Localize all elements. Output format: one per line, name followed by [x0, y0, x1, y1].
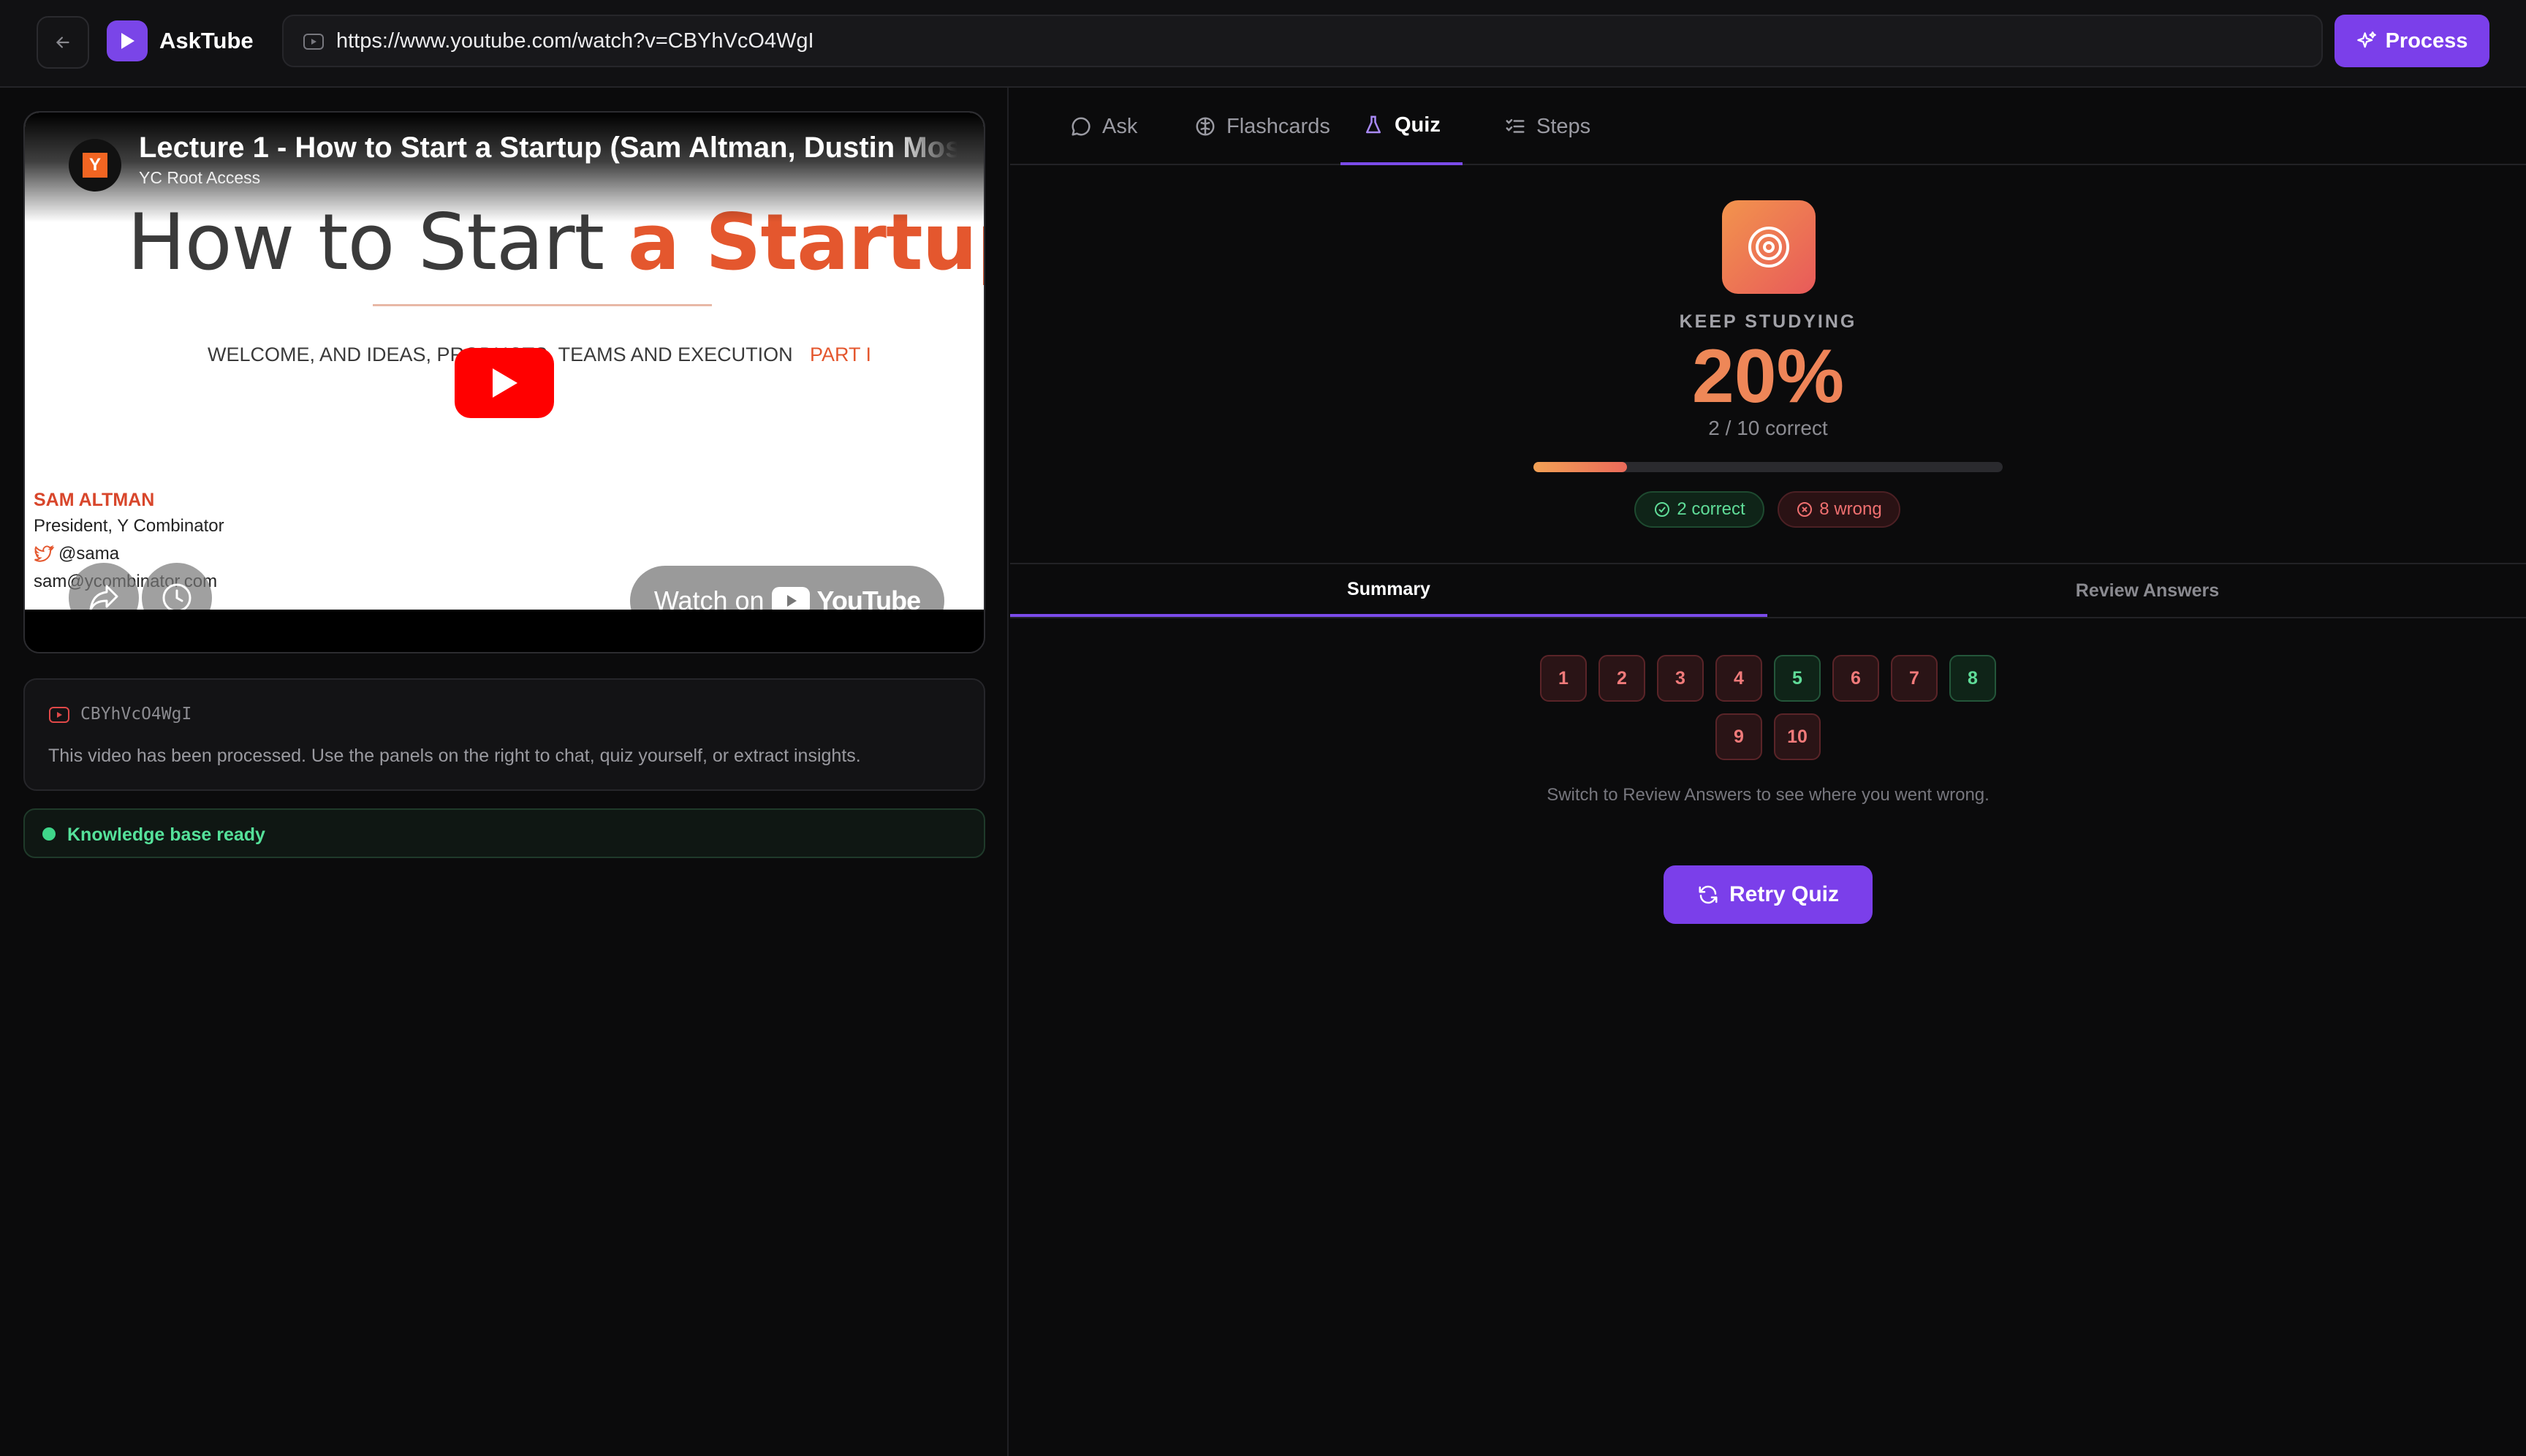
- video-id: CBYhVcO4WgI: [80, 705, 192, 724]
- tab-quiz[interactable]: Quiz: [1340, 88, 1463, 165]
- play-icon: [121, 33, 134, 49]
- check-circle-icon: [1655, 502, 1670, 517]
- speaker-name: SAM ALTMAN: [34, 490, 155, 510]
- watch-on-youtube-button[interactable]: Watch on YouTube: [630, 566, 944, 610]
- clock-icon: [162, 583, 191, 610]
- play-icon: [493, 368, 517, 398]
- score-count: 2 / 10 correct: [1708, 417, 1828, 439]
- wrong-count-label: 8 wrong: [1819, 499, 1882, 519]
- left-panel: How to Start a Startup WELCOME, AND IDEA…: [0, 88, 1009, 1456]
- video-info-card: CBYhVcO4WgI This video has been processe…: [23, 678, 985, 791]
- question-result-9[interactable]: 9: [1715, 713, 1762, 760]
- speaker-role: President, Y Combinator: [34, 516, 224, 536]
- retry-quiz-label: Retry Quiz: [1729, 882, 1840, 906]
- speaker-twitter-handle: @sama: [58, 544, 120, 564]
- retry-quiz-button[interactable]: Retry Quiz: [1664, 865, 1873, 924]
- arrow-left-icon: [56, 37, 69, 48]
- tab-flashcards-label: Flashcards: [1226, 114, 1330, 138]
- process-label: Process: [2385, 29, 2468, 53]
- subtab-divider: [1010, 617, 2526, 618]
- video-player[interactable]: How to Start a Startup WELCOME, AND IDEA…: [23, 111, 985, 653]
- youtube-logo-icon: [771, 587, 810, 610]
- video-thumbnail[interactable]: How to Start a Startup WELCOME, AND IDEA…: [25, 113, 984, 610]
- question-result-4[interactable]: 4: [1715, 655, 1762, 702]
- slide-rule: [373, 304, 712, 306]
- watch-later-button[interactable]: [142, 563, 212, 610]
- process-button[interactable]: Process: [2335, 15, 2489, 67]
- tab-ask-label: Ask: [1102, 114, 1138, 138]
- top-bar: AskTube Process: [0, 0, 2526, 88]
- twitter-bird-icon: [34, 545, 54, 562]
- score-progress-bar: [1533, 462, 2003, 472]
- tab-flashcards[interactable]: Flashcards: [1172, 88, 1352, 165]
- youtube-icon: [49, 707, 69, 723]
- channel-avatar-letter: Y: [83, 153, 107, 178]
- review-hint: Switch to Review Answers to see where yo…: [1547, 785, 1990, 805]
- status-dot: [42, 827, 56, 841]
- x-circle-icon: [1797, 502, 1813, 517]
- score-percent: 20%: [1010, 333, 2526, 420]
- question-result-3[interactable]: 3: [1657, 655, 1704, 702]
- brain-icon: [1196, 117, 1215, 136]
- question-result-2[interactable]: 2: [1598, 655, 1645, 702]
- sparkles-icon: [2356, 31, 2376, 48]
- knowledge-base-status: Knowledge base ready: [23, 808, 985, 858]
- chat-bubble-icon: [1072, 117, 1091, 136]
- tab-quiz-label: Quiz: [1395, 113, 1441, 137]
- app-logo: [107, 20, 148, 61]
- back-button[interactable]: [37, 16, 89, 69]
- score-badge: [1722, 200, 1816, 294]
- score-progress-fill: [1533, 462, 1628, 472]
- youtube-wordmark: YouTube: [816, 585, 922, 610]
- question-result-1[interactable]: 1: [1540, 655, 1587, 702]
- play-button[interactable]: [455, 348, 554, 418]
- video-title[interactable]: Lecture 1 - How to Start a Startup (Sam …: [139, 132, 957, 164]
- correct-count-label: 2 correct: [1677, 499, 1745, 519]
- question-result-8[interactable]: 8: [1949, 655, 1996, 702]
- question-result-5[interactable]: 5: [1774, 655, 1821, 702]
- tab-steps-label: Steps: [1536, 114, 1591, 138]
- flask-icon: [1366, 115, 1381, 134]
- video-channel[interactable]: YC Root Access: [139, 168, 260, 188]
- watch-on-label: Watch on: [653, 585, 765, 610]
- refresh-icon: [1699, 885, 1718, 904]
- tab-steps[interactable]: Steps: [1482, 88, 1612, 165]
- video-processed-message: This video has been processed. Use the p…: [48, 746, 861, 766]
- knowledge-base-label: Knowledge base ready: [67, 824, 265, 845]
- target-icon: [1748, 227, 1789, 268]
- right-panel: Ask Flashcards Quiz Steps KEEP STUDYING …: [1010, 88, 2526, 1456]
- video-icon: [303, 34, 324, 50]
- correct-count-badge: 2 correct: [1634, 491, 1764, 528]
- tab-ask[interactable]: Ask: [1048, 88, 1159, 165]
- question-result-6[interactable]: 6: [1832, 655, 1879, 702]
- subtab-review-answers[interactable]: Review Answers: [1769, 564, 2526, 617]
- speaker-twitter: @sama: [34, 544, 119, 564]
- subtab-summary[interactable]: Summary: [1010, 564, 1767, 617]
- list-checks-icon: [1506, 119, 1525, 133]
- video-top-overlay: [25, 113, 984, 222]
- slide-part: PART I: [810, 344, 872, 365]
- url-bar[interactable]: [282, 15, 2323, 67]
- tool-tabs: Ask Flashcards Quiz Steps: [1010, 88, 2526, 165]
- share-arrow-icon: [89, 585, 118, 610]
- result-heading: KEEP STUDYING: [1679, 311, 1857, 332]
- share-button[interactable]: [69, 563, 139, 610]
- question-result-10[interactable]: 10: [1774, 713, 1821, 760]
- wrong-count-badge: 8 wrong: [1778, 491, 1900, 528]
- url-input[interactable]: [336, 25, 2310, 57]
- app-name: AskTube: [159, 28, 254, 53]
- question-result-7[interactable]: 7: [1891, 655, 1938, 702]
- channel-avatar[interactable]: Y: [69, 139, 121, 192]
